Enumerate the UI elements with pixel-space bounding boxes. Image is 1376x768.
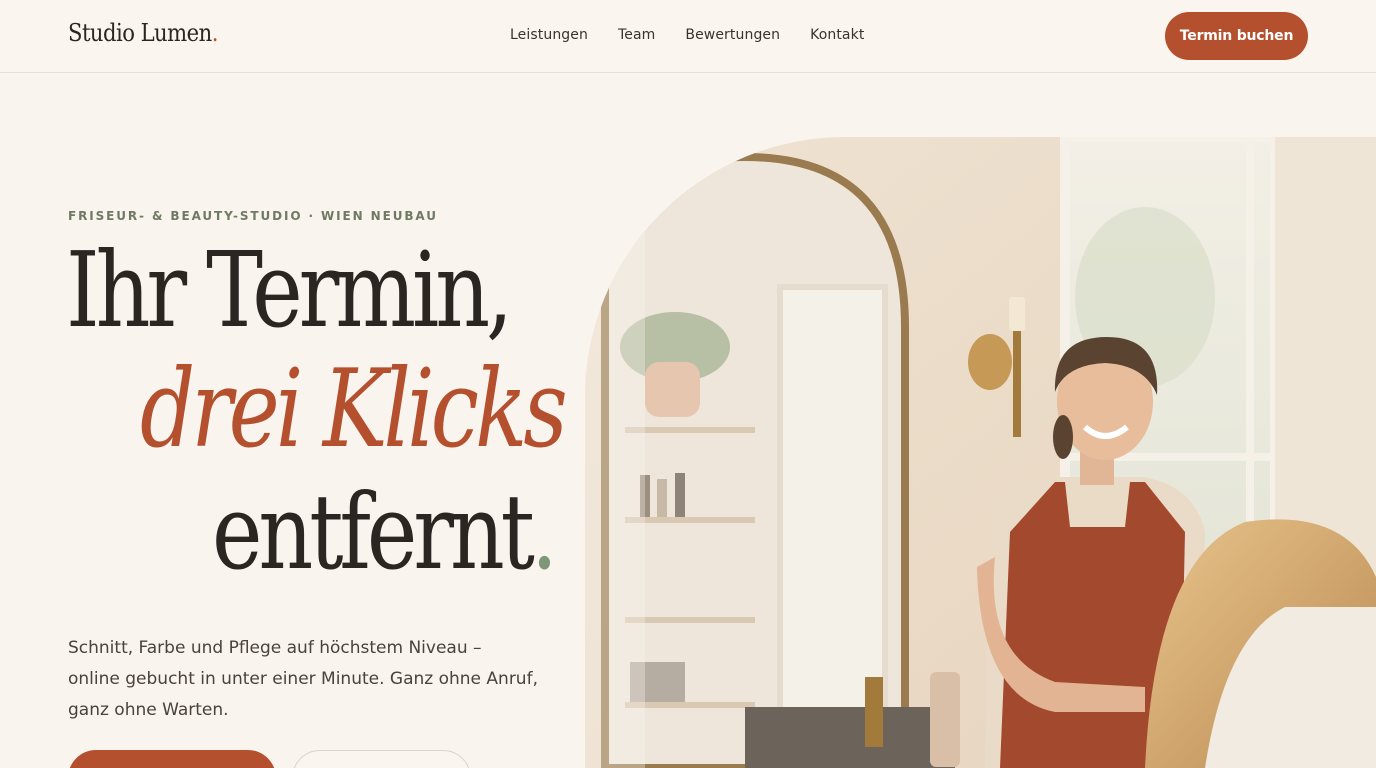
nav-link-leistungen[interactable]: Leistungen — [510, 27, 588, 43]
hero-eyebrow: FRISEUR- & BEAUTY-STUDIO · WIEN NEUBAU — [68, 209, 438, 223]
nav-link-bewertungen[interactable]: Bewertungen — [685, 27, 780, 43]
hero-lead-text: Schnitt, Farbe und Pflege auf höchstem N… — [68, 638, 538, 720]
site-header: Studio Lumen. Leistungen Team Bewertunge… — [0, 0, 1376, 73]
nav-link-team[interactable]: Team — [618, 27, 655, 43]
headline-period: . — [530, 471, 558, 593]
primary-cta-button[interactable] — [68, 750, 276, 768]
logo[interactable]: Studio Lumen. — [68, 19, 218, 47]
book-appointment-button[interactable]: Termin buchen — [1165, 12, 1308, 60]
main-nav: Leistungen Team Bewertungen Kontakt — [510, 27, 864, 43]
hero-salon-image — [585, 137, 1376, 768]
secondary-cta-button[interactable] — [292, 750, 471, 768]
nav-link-kontakt[interactable]: Kontakt — [810, 27, 864, 43]
salon-illustration — [585, 137, 1376, 768]
headline-line-3: entfernt. — [212, 480, 558, 584]
headline-line-1: Ihr Termin, — [66, 229, 513, 351]
headline-line-2: drei Klicks — [140, 347, 568, 472]
headline-line-3-text: entfernt — [212, 471, 535, 593]
